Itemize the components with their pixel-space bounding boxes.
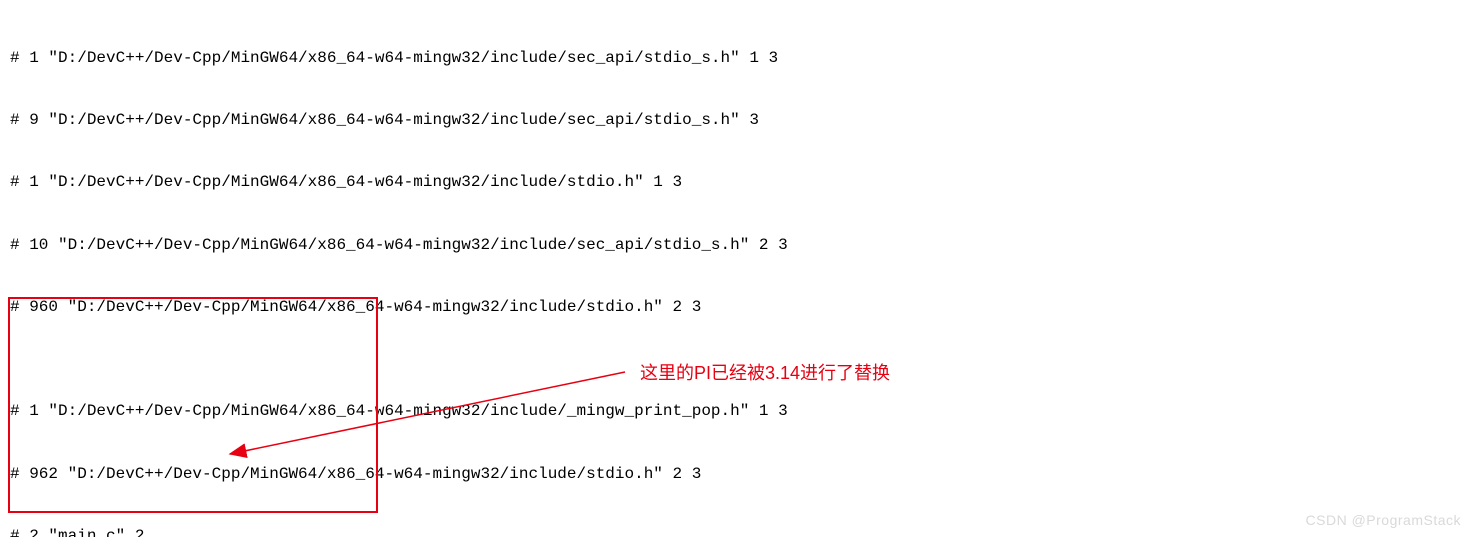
preproc-line: # 1 "D:/DevC++/Dev-Cpp/MinGW64/x86_64-w6… <box>10 172 1469 193</box>
annotation-text: 这里的PI已经被3.14进行了替换 <box>640 362 890 385</box>
preproc-line: # 1 "D:/DevC++/Dev-Cpp/MinGW64/x86_64-w6… <box>10 401 1469 422</box>
preproc-line: # 10 "D:/DevC++/Dev-Cpp/MinGW64/x86_64-w… <box>10 235 1469 256</box>
preproc-line: # 2 "main.c" 2 <box>10 526 1469 537</box>
preproc-line: # 9 "D:/DevC++/Dev-Cpp/MinGW64/x86_64-w6… <box>10 110 1469 131</box>
preproc-line: # 962 "D:/DevC++/Dev-Cpp/MinGW64/x86_64-… <box>10 464 1469 485</box>
watermark-text: CSDN @ProgramStack <box>1306 511 1461 529</box>
code-content: # 1 "D:/DevC++/Dev-Cpp/MinGW64/x86_64-w6… <box>0 0 1479 537</box>
preproc-line: # 1 "D:/DevC++/Dev-Cpp/MinGW64/x86_64-w6… <box>10 48 1469 69</box>
preproc-line: # 960 "D:/DevC++/Dev-Cpp/MinGW64/x86_64-… <box>10 297 1469 318</box>
